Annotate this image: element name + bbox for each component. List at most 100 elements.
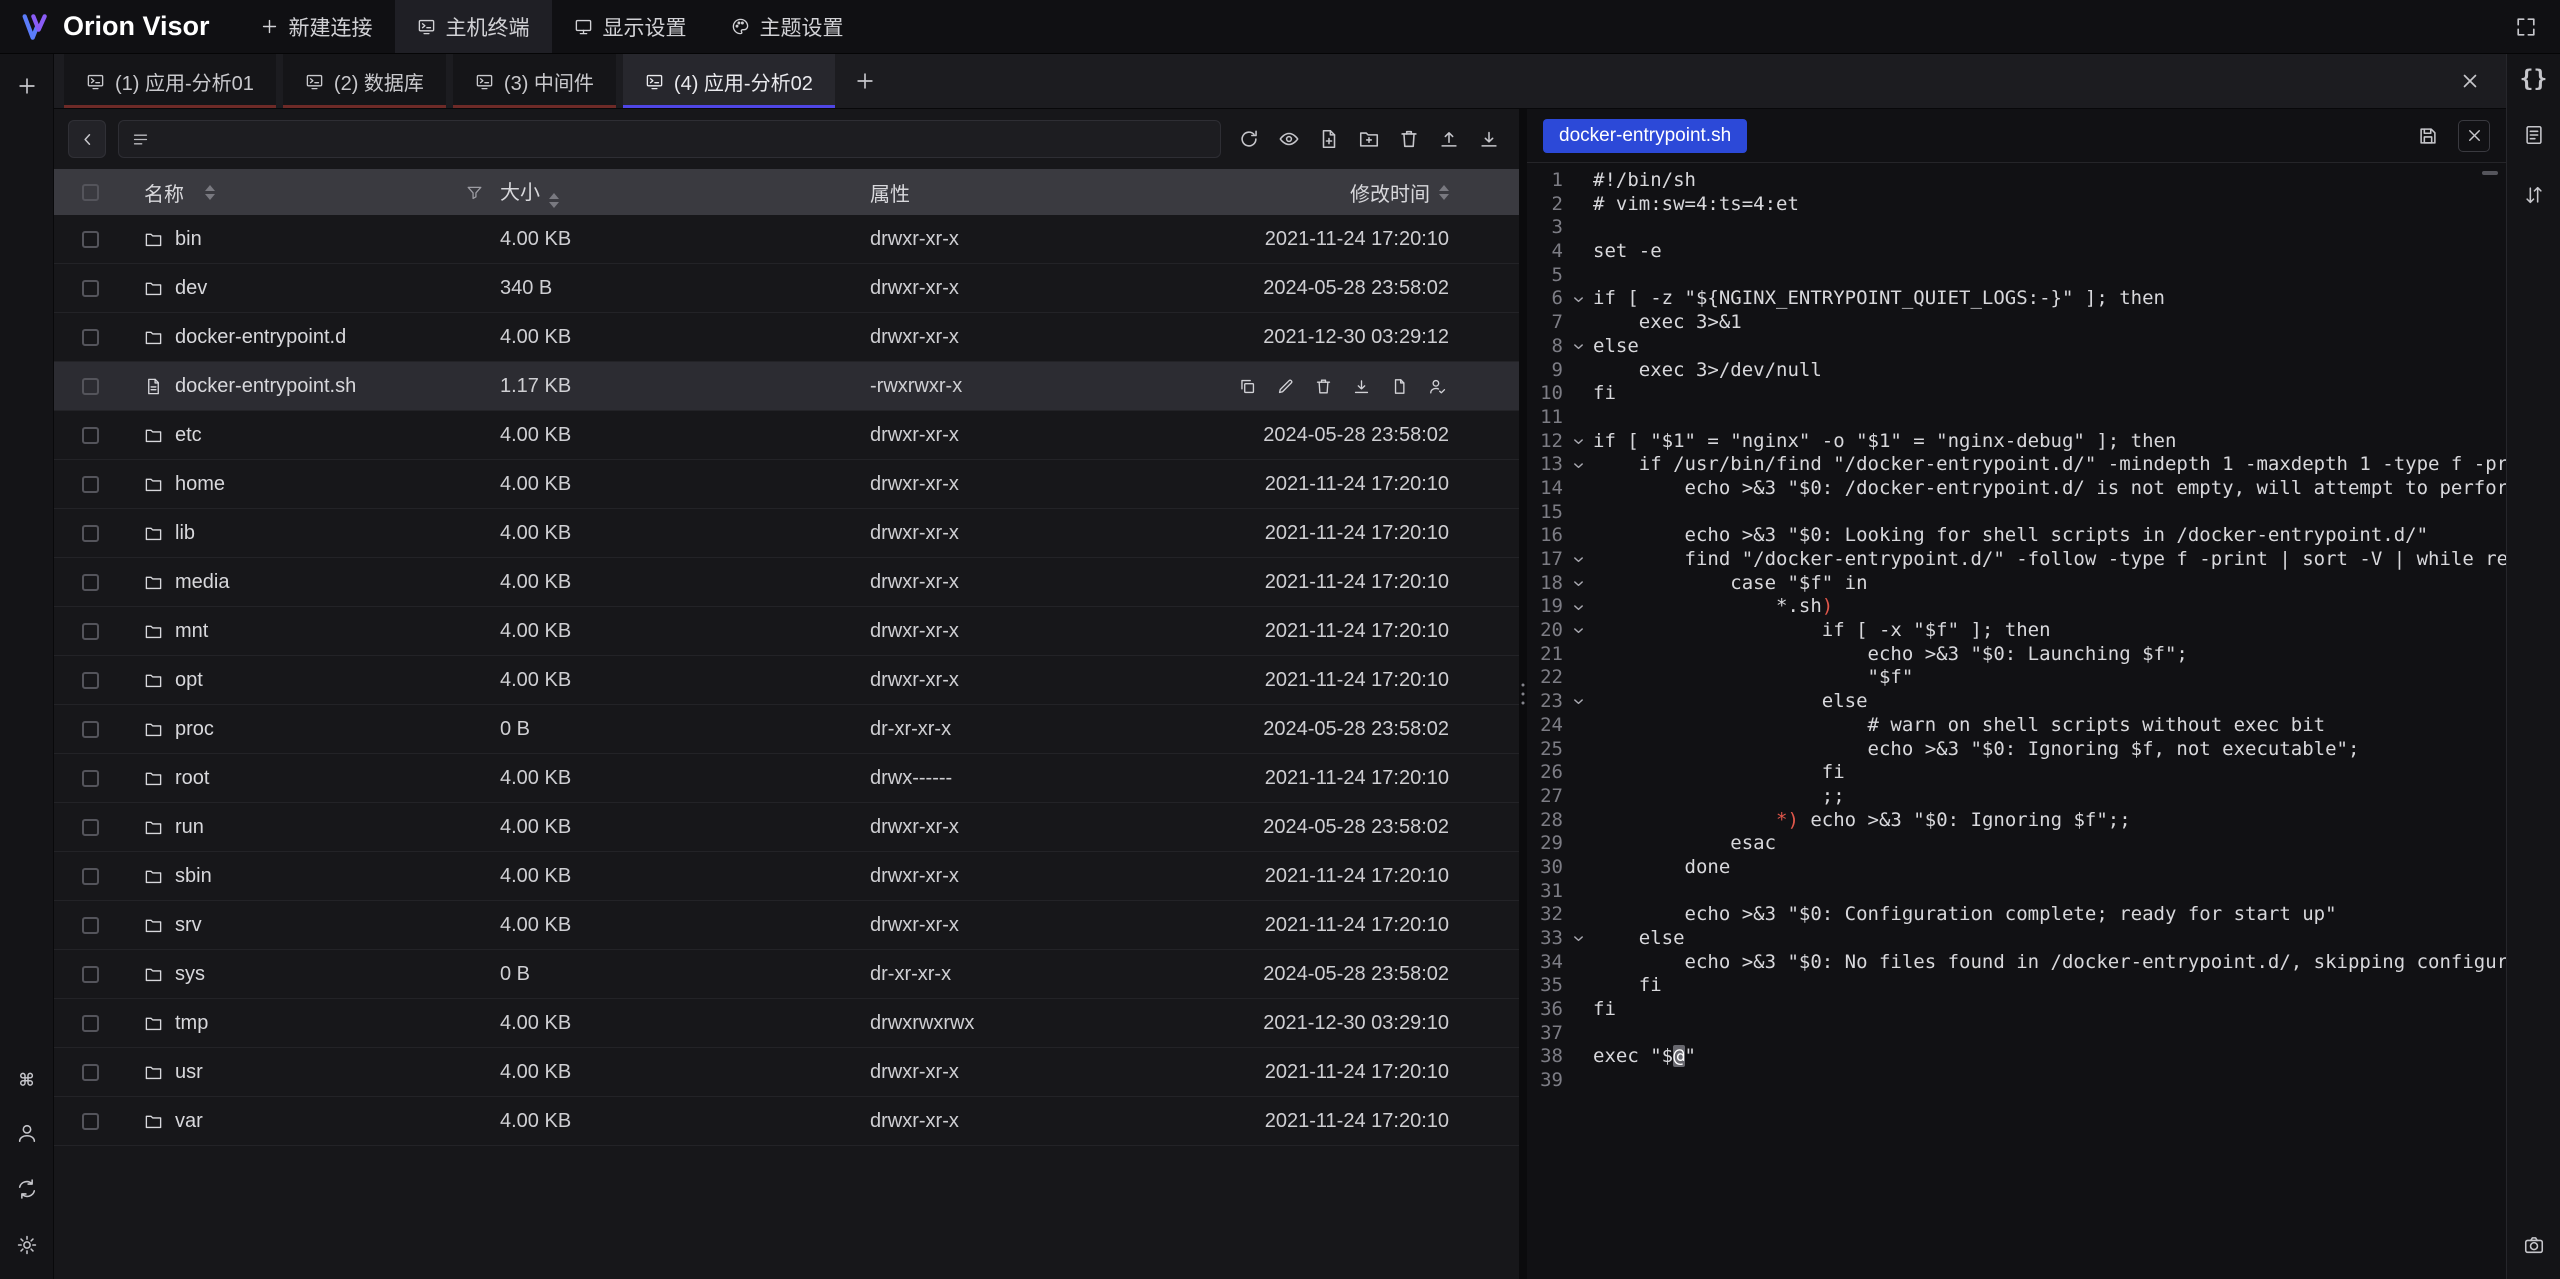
code-line[interactable]: 12 if [ "$1" = "nginx" -o "$1" = "nginx-… [1527,430,2506,454]
fold-toggle[interactable] [1563,240,1593,264]
sync-button[interactable] [11,1173,43,1205]
fold-toggle[interactable] [1563,477,1593,501]
file-name[interactable]: lib [175,522,195,545]
fold-toggle[interactable] [1563,501,1593,525]
file-name[interactable]: dev [175,277,207,300]
fold-toggle[interactable] [1563,974,1593,998]
open-file-chip[interactable]: docker-entrypoint.sh [1543,119,1747,153]
code-line[interactable]: 31 [1527,880,2506,904]
fold-toggle[interactable] [1563,548,1593,572]
fold-toggle[interactable] [1563,430,1593,454]
duplicate-button[interactable] [1388,375,1411,398]
file-name[interactable]: srv [175,914,202,937]
fold-toggle[interactable] [1563,619,1593,643]
path-input[interactable] [118,120,1221,158]
download-file-button[interactable] [1350,375,1373,398]
table-row[interactable]: mnt 4.00 KB drwxr-xr-x 2021-11-24 17:20:… [54,607,1519,656]
code-line[interactable]: 22 "$f" [1527,666,2506,690]
fold-toggle[interactable] [1563,335,1593,359]
sort-mtime[interactable] [1439,185,1449,200]
new-file-button[interactable] [1313,123,1345,155]
table-row[interactable]: run 4.00 KB drwxr-xr-x 2024-05-28 23:58:… [54,803,1519,852]
code-line[interactable]: 33 else [1527,927,2506,951]
code-line[interactable]: 20 if [ -x "$f" ]; then [1527,619,2506,643]
fold-toggle[interactable] [1563,595,1593,619]
code-line[interactable]: 6 if [ -z "${NGINX_ENTRYPOINT_QUIET_LOGS… [1527,287,2506,311]
code-line[interactable]: 5 [1527,264,2506,288]
terminal-tab[interactable]: (1) 应用-分析01 [64,54,276,108]
fold-toggle[interactable] [1563,382,1593,406]
row-checkbox[interactable] [82,574,99,591]
code-line[interactable]: 14 echo >&3 "$0: /docker-entrypoint.d/ i… [1527,477,2506,501]
row-checkbox[interactable] [82,280,99,297]
row-checkbox[interactable] [82,721,99,738]
row-checkbox[interactable] [82,231,99,248]
code-line[interactable]: 32 echo >&3 "$0: Configuration complete;… [1527,903,2506,927]
row-checkbox[interactable] [82,966,99,983]
fold-toggle[interactable] [1563,359,1593,383]
editor-scrollbar-thumb[interactable] [2482,171,2498,175]
table-row[interactable]: etc 4.00 KB drwxr-xr-x 2024-05-28 23:58:… [54,411,1519,460]
code-line[interactable]: 2 # vim:sw=4:ts=4:et [1527,193,2506,217]
file-name[interactable]: run [175,816,204,839]
table-row[interactable]: lib 4.00 KB drwxr-xr-x 2021-11-24 17:20:… [54,509,1519,558]
upload-button[interactable] [1433,123,1465,155]
menu-theme-settings[interactable]: 主题设置 [709,0,866,53]
fold-toggle[interactable] [1563,1022,1593,1046]
fold-toggle[interactable] [1563,832,1593,856]
delete-button[interactable] [1393,123,1425,155]
fullscreen-button[interactable] [2510,11,2542,43]
terminal-tab[interactable]: (4) 应用-分析02 [623,54,835,108]
transfer-button[interactable] [2518,179,2550,211]
code-line[interactable]: 15 [1527,501,2506,525]
file-name[interactable]: var [175,1110,203,1133]
table-row[interactable]: opt 4.00 KB drwxr-xr-x 2021-11-24 17:20:… [54,656,1519,705]
row-checkbox[interactable] [82,329,99,346]
table-row[interactable]: var 4.00 KB drwxr-xr-x 2021-11-24 17:20:… [54,1097,1519,1146]
edit-button[interactable] [1274,375,1297,398]
code-line[interactable]: 11 [1527,406,2506,430]
fold-toggle[interactable] [1563,453,1593,477]
file-list-button[interactable] [2518,119,2550,151]
table-row[interactable]: media 4.00 KB drwxr-xr-x 2021-11-24 17:2… [54,558,1519,607]
variables-button[interactable]: {} [2520,68,2548,91]
file-name[interactable]: etc [175,424,202,447]
table-row[interactable]: dev 340 B drwxr-xr-x 2024-05-28 23:58:02 [54,264,1519,313]
file-name[interactable]: usr [175,1061,203,1084]
code-line[interactable]: 37 [1527,1022,2506,1046]
menu-new-connection[interactable]: 新建连接 [238,0,395,53]
settings-button[interactable] [11,1229,43,1261]
table-row[interactable]: root 4.00 KB drwx------ 2021-11-24 17:20… [54,754,1519,803]
row-checkbox[interactable] [82,1064,99,1081]
code-line[interactable]: 34 echo >&3 "$0: No files found in /dock… [1527,951,2506,975]
file-name[interactable]: bin [175,228,202,251]
command-palette-button[interactable]: ⌘ [20,1070,34,1093]
code-line[interactable]: 23 else [1527,690,2506,714]
refresh-button[interactable] [1233,123,1265,155]
fold-toggle[interactable] [1563,643,1593,667]
copy-path-button[interactable] [1236,375,1259,398]
fold-toggle[interactable] [1563,761,1593,785]
table-row[interactable]: docker-entrypoint.d 4.00 KB drwxr-xr-x 2… [54,313,1519,362]
fold-toggle[interactable] [1563,738,1593,762]
preview-button[interactable] [1273,123,1305,155]
row-checkbox[interactable] [82,1015,99,1032]
new-tab-button[interactable] [849,65,881,97]
code-line[interactable]: 36 fi [1527,998,2506,1022]
fold-toggle[interactable] [1563,524,1593,548]
row-checkbox[interactable] [82,525,99,542]
fold-toggle[interactable] [1563,169,1593,193]
file-name[interactable]: sys [175,963,205,986]
download-button[interactable] [1473,123,1505,155]
table-row[interactable]: srv 4.00 KB drwxr-xr-x 2021-11-24 17:20:… [54,901,1519,950]
code-line[interactable]: 38 exec "$@" [1527,1045,2506,1069]
code-line[interactable]: 4 set -e [1527,240,2506,264]
code-line[interactable]: 30 done [1527,856,2506,880]
select-all-checkbox[interactable] [82,184,99,201]
menu-display-settings[interactable]: 显示设置 [552,0,709,53]
code-line[interactable]: 21 echo >&3 "$0: Launching $f"; [1527,643,2506,667]
code-line[interactable]: 16 echo >&3 "$0: Looking for shell scrip… [1527,524,2506,548]
fold-toggle[interactable] [1563,193,1593,217]
code-line[interactable]: 18 case "$f" in [1527,572,2506,596]
code-line[interactable]: 10 fi [1527,382,2506,406]
